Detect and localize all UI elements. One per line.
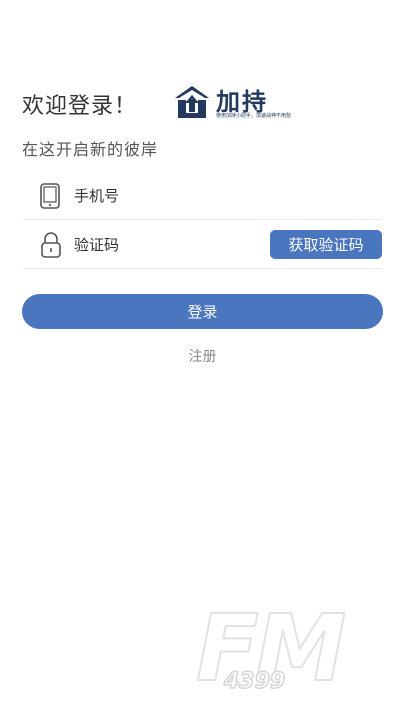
watermark-number: 4399 — [223, 669, 285, 694]
logo-slogan: 使用加持小助手，加速战神不用愁 — [216, 113, 292, 119]
house-arrow-logo-icon — [175, 86, 209, 118]
login-screen: 欢迎登录！ 在这开启新的彼岸 加持 使用加持小助手，加速战神不用愁 获取验证码 … — [0, 0, 400, 711]
register-link[interactable]: 注册 — [0, 346, 400, 366]
welcome-title: 欢迎登录！ — [22, 94, 138, 119]
login-button[interactable]: 登录 — [22, 294, 383, 329]
get-code-button[interactable]: 获取验证码 — [270, 230, 382, 259]
phone-icon — [40, 183, 60, 209]
phone-row — [22, 172, 382, 220]
lock-icon — [41, 232, 61, 258]
phone-input[interactable] — [74, 184, 264, 208]
verification-code-input[interactable] — [74, 233, 264, 257]
app-logo: 加持 使用加持小助手，加速战神不用愁 — [172, 82, 322, 124]
welcome-subtitle: 在这开启新的彼岸 — [22, 140, 159, 159]
fm4399-watermark: FM 4399 — [195, 598, 350, 698]
